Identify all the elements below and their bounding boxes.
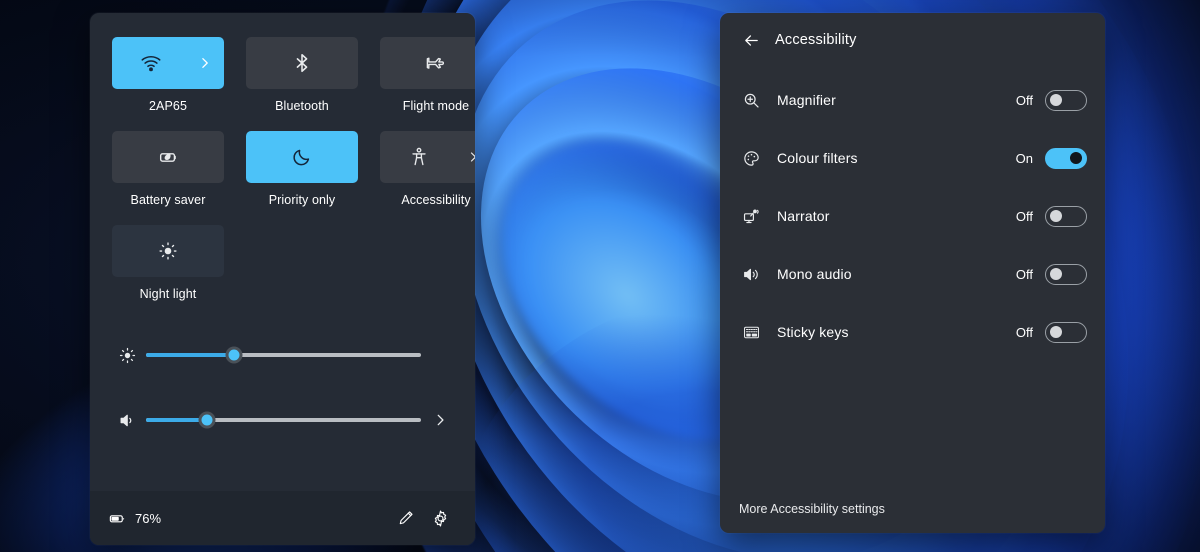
battery-saver-icon — [159, 153, 176, 162]
sticky-keys-icon — [738, 323, 764, 342]
tile-cell-battery-saver: Battery saver — [112, 131, 224, 208]
toggle-knob — [1050, 94, 1062, 106]
accessibility-items-list: Magnifier Off Colour filters On Narrator… — [720, 67, 1105, 361]
quick-settings-tiles-area: 2AP65 Bluetooth Flight mode Battery save… — [90, 13, 475, 302]
brightness-slider-fill — [146, 353, 234, 357]
tile-cell-priority-only: Priority only — [246, 131, 358, 208]
accessibility-back-button[interactable] — [734, 23, 768, 57]
colour-filters-icon — [738, 149, 764, 168]
quick-settings-tile-grid-row-1: 2AP65 Bluetooth Flight mode — [112, 37, 475, 114]
accessibility-label-mono-audio: Mono audio — [777, 266, 852, 282]
accessibility-state-mono-audio: Off — [1015, 266, 1033, 282]
tile-cell-flight-mode: Flight mode — [380, 37, 475, 114]
accessibility-footer: More Accessibility settings — [720, 485, 1105, 533]
accessibility-toggle-colour-filters[interactable] — [1045, 147, 1087, 169]
accessibility-row-mono-audio[interactable]: Mono audio Off — [738, 245, 1087, 303]
quick-settings-panel: 2AP65 Bluetooth Flight mode Battery save… — [90, 13, 475, 545]
mono-audio-icon — [738, 265, 764, 284]
accessibility-row-magnifier[interactable]: Magnifier Off — [738, 71, 1087, 129]
back-arrow-icon — [743, 32, 760, 49]
toggle-knob — [1050, 268, 1062, 280]
accessibility-chevron-right-icon[interactable] — [467, 151, 475, 163]
accessibility-toggle-narrator[interactable] — [1045, 205, 1087, 227]
accessibility-row-colour-filters[interactable]: Colour filters On — [738, 129, 1087, 187]
tile-night-light[interactable] — [112, 225, 224, 277]
tile-priority-only[interactable] — [246, 131, 358, 183]
toggle-knob — [1070, 152, 1082, 164]
tile-battery-saver[interactable] — [112, 131, 224, 183]
tile-cell-bluetooth: Bluetooth — [246, 37, 358, 114]
moon-icon — [293, 149, 310, 166]
wifi-icon — [141, 56, 161, 72]
accessibility-icon — [412, 147, 426, 166]
tile-bluetooth[interactable] — [246, 37, 358, 89]
wifi-chevron-right-icon[interactable] — [198, 57, 211, 70]
tile-label-wifi: 2AP65 — [148, 99, 188, 113]
accessibility-state-colour-filters: On — [1015, 150, 1033, 166]
tile-label-priority-only: Priority only — [268, 193, 336, 207]
volume-slider[interactable] — [146, 411, 421, 429]
tile-label-battery-saver: Battery saver — [130, 193, 206, 207]
quick-settings-tile-grid-row-3: Night light — [112, 225, 453, 302]
volume-expand-chevron-icon[interactable] — [427, 413, 453, 427]
tile-row-spacer — [112, 114, 453, 131]
desktop-background: 2AP65 Bluetooth Flight mode Battery save… — [0, 0, 1200, 552]
tile-cell-empty-1 — [246, 225, 358, 302]
accessibility-label-colour-filters: Colour filters — [777, 150, 858, 166]
tile-flight-mode[interactable] — [380, 37, 475, 89]
pencil-icon — [397, 509, 415, 527]
more-accessibility-settings-link[interactable]: More Accessibility settings — [739, 502, 885, 516]
tile-wifi[interactable] — [112, 37, 224, 89]
airplane-icon — [426, 57, 444, 69]
volume-slider-thumb[interactable] — [198, 411, 215, 429]
accessibility-label-magnifier: Magnifier — [777, 92, 836, 108]
tile-label-accessibility: Accessibility — [401, 193, 471, 207]
tile-cell-night-light: Night light — [112, 225, 224, 302]
quick-settings-footer: 76% — [90, 491, 475, 545]
accessibility-label-narrator: Narrator — [777, 208, 830, 224]
accessibility-title: Accessibility — [775, 32, 857, 48]
toggle-knob — [1050, 326, 1062, 338]
brightness-slider-thumb[interactable] — [225, 346, 243, 364]
tile-label-flight-mode: Flight mode — [402, 99, 470, 113]
magnifier-icon — [738, 91, 764, 110]
tile-label-bluetooth: Bluetooth — [275, 99, 329, 113]
brightness-slider[interactable] — [146, 346, 421, 364]
accessibility-toggle-magnifier[interactable] — [1045, 89, 1087, 111]
tile-cell-accessibility: Accessibility — [380, 131, 475, 208]
tile-row-spacer-2 — [112, 208, 453, 225]
battery-status: 76% — [108, 509, 161, 528]
accessibility-state-magnifier: Off — [1015, 92, 1033, 108]
accessibility-toggle-mono-audio[interactable] — [1045, 263, 1087, 285]
narrator-icon — [738, 207, 764, 226]
quick-settings-tile-grid-row-2: Battery saver Priority only Accessibilit… — [112, 131, 475, 208]
battery-icon — [108, 509, 127, 528]
slider-row-brightness — [112, 340, 453, 370]
accessibility-toggle-sticky-keys[interactable] — [1045, 321, 1087, 343]
accessibility-state-narrator: Off — [1015, 208, 1033, 224]
slider-row-volume — [112, 405, 453, 435]
tile-cell-empty-2 — [380, 225, 475, 302]
battery-percent-label: 76% — [135, 510, 162, 526]
accessibility-header: Accessibility — [720, 13, 1105, 67]
accessibility-flyout-panel: Accessibility Magnifier Off Colour filte… — [720, 13, 1105, 533]
toggle-knob — [1050, 210, 1062, 222]
accessibility-row-sticky-keys[interactable]: Sticky keys Off — [738, 303, 1087, 361]
edit-quick-settings-button[interactable] — [389, 501, 423, 535]
volume-icon — [112, 411, 142, 430]
tile-accessibility[interactable] — [380, 131, 475, 183]
gear-icon — [431, 509, 450, 528]
night-light-icon — [159, 242, 177, 260]
accessibility-state-sticky-keys: Off — [1015, 324, 1033, 340]
accessibility-row-narrator[interactable]: Narrator Off — [738, 187, 1087, 245]
open-settings-button[interactable] — [423, 501, 457, 535]
tile-cell-wifi: 2AP65 — [112, 37, 224, 114]
bluetooth-icon — [296, 53, 308, 73]
tile-label-night-light: Night light — [139, 287, 197, 301]
brightness-icon — [112, 346, 142, 365]
quick-settings-sliders — [90, 302, 475, 435]
accessibility-label-sticky-keys: Sticky keys — [777, 324, 849, 340]
